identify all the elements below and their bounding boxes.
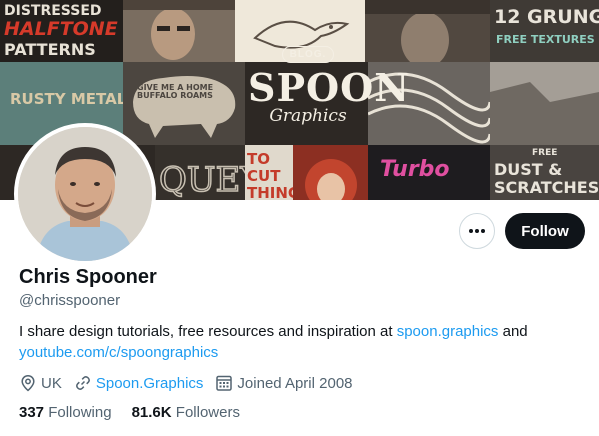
banner-tile-halftone: DISTRESSED HALFTONE PATTERNS (0, 0, 123, 62)
redhair-illustration (305, 159, 357, 200)
banner-tile-grunge: 12 GRUNGE FREE TEXTURES (490, 0, 599, 62)
follow-stats: 337 Following 81.6K Followers (19, 404, 260, 421)
calendar-icon (216, 375, 233, 391)
banner-tile-portrait (365, 0, 490, 62)
banner-tile-text: FREE (532, 148, 558, 158)
banner-tile-text: GIVE ME A HOME BUFFALO ROAMS (137, 83, 214, 100)
banner-tile-cut: TO CUT THING (245, 145, 293, 200)
banner-tile-text: PATTERNS (4, 40, 96, 59)
banner-tile-text: DUST & SCRATCHES (494, 160, 599, 197)
more-horizontal-icon (469, 229, 485, 233)
location-pin-icon (21, 375, 35, 392)
user-handle: @chrisspooner (19, 292, 121, 309)
logo-blog: BLOG. (281, 46, 335, 63)
website[interactable]: Spoon.Graphics (74, 374, 204, 392)
avatar-photo (18, 127, 152, 261)
banner-tile-redhair (293, 145, 368, 200)
link-icon (75, 376, 90, 390)
banner-tile-text: FREE TEXTURES (496, 33, 595, 46)
follow-button[interactable]: Follow (505, 213, 585, 249)
profile-bio: I share design tutorials, free resources… (19, 321, 579, 363)
join-date-text: Joined April 2008 (237, 374, 353, 392)
bio-link-spoon-graphics[interactable]: spoon.graphics (397, 323, 499, 340)
followers-label: Followers (175, 404, 240, 421)
following-number: 337 (19, 404, 45, 421)
letters-illustration: QUEY (158, 159, 245, 200)
banner-tile-text: Turbo (380, 157, 450, 182)
banner-tile-buffalo: GIVE ME A HOME BUFFALO ROAMS (123, 62, 245, 145)
website-link[interactable]: Spoon.Graphics (96, 375, 204, 392)
buffalo-illustration (133, 76, 236, 138)
banner-tile-text: TO CUT THING (247, 150, 293, 201)
bio-and: and (498, 323, 528, 340)
banner-tile-text: 12 GRUNGE (494, 6, 599, 28)
location-text: UK (41, 374, 62, 392)
banner-tile-text: HALFTONE (4, 18, 118, 40)
bio-link-youtube[interactable]: youtube.com/c/spoongraphics (19, 344, 218, 361)
profile-meta: UK Spoon.Graphics Joined April 2008 (19, 373, 365, 393)
followers-count[interactable]: 81.6K Followers (132, 404, 240, 421)
banner-tile-face (123, 0, 235, 62)
banner-tile-dust: FREE DUST & SCRATCHES (490, 145, 599, 200)
silhouette-illustration (490, 82, 599, 145)
banner-tile-letters: QUEY (155, 145, 245, 200)
face-illustration (123, 0, 235, 62)
more-button[interactable] (459, 213, 495, 249)
bio-text: I share design tutorials, free resources… (19, 323, 397, 340)
banner-tile-text: RUSTY METAL (10, 90, 123, 108)
location: UK (19, 374, 62, 392)
display-name: Chris Spooner (19, 266, 157, 288)
banner-tile-turbo: Turbo (368, 145, 490, 200)
logo-spoon: SPOON (248, 65, 410, 110)
svg-text:QUEY: QUEY (159, 160, 245, 200)
spoon-graphics-logo: BLOG. SPOON Graphics (248, 44, 410, 126)
following-label: Following (48, 404, 112, 421)
avatar[interactable] (14, 123, 156, 265)
banner-tile-silhouette (490, 62, 599, 145)
following-count[interactable]: 337 Following (19, 404, 112, 421)
followers-number: 81.6K (131, 404, 172, 421)
join-date: Joined April 2008 (215, 374, 353, 392)
banner-tile-text: DISTRESSED (4, 3, 102, 19)
portrait-illustration (365, 0, 490, 62)
